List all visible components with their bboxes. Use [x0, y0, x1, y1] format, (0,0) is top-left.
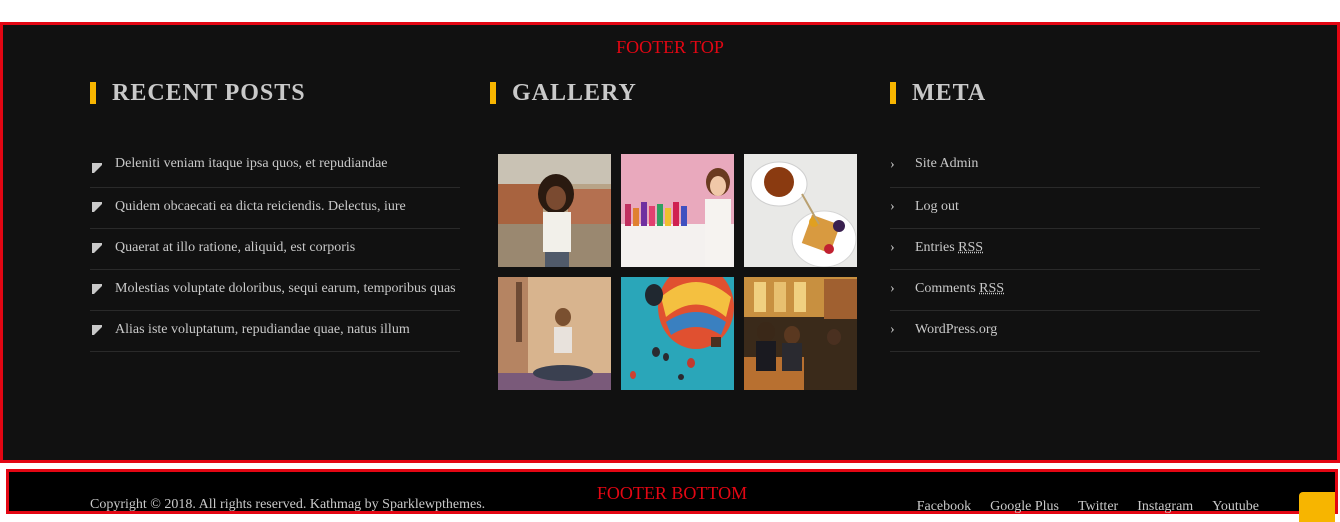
title-accent-bar — [890, 82, 896, 104]
meta-link[interactable]: Log out — [915, 199, 959, 214]
post-icon — [92, 284, 102, 294]
list-item[interactable]: › Log out — [890, 188, 1260, 229]
meta-link[interactable]: Comments RSS — [915, 281, 1004, 296]
rss-abbr: RSS — [958, 240, 983, 255]
post-link[interactable]: Molestias voluptate doloribus, sequi ear… — [115, 281, 456, 296]
cosmetics-shop-photo[interactable] — [621, 154, 734, 267]
scroll-to-top-button[interactable] — [1299, 492, 1335, 522]
list-item[interactable]: Alias iste voluptatum, repudiandae quae,… — [90, 311, 460, 352]
twitter-link[interactable]: Twitter — [1078, 499, 1118, 514]
post-icon — [92, 325, 102, 335]
social-item-youtube: Youtube — [1212, 497, 1259, 515]
social-links: Facebook Google Plus Twitter Instagram Y… — [917, 497, 1259, 515]
title-accent-bar — [490, 82, 496, 104]
google-plus-link[interactable]: Google Plus — [990, 499, 1059, 514]
meta-widget: META › Site Admin › Log out › Entries RSS ›… — [890, 25, 1263, 460]
chevron-right-icon: › — [890, 237, 895, 259]
footer-top: FOOTER TOP RECENT POSTS Deleniti veniam … — [0, 22, 1340, 463]
meta-link[interactable]: Entries RSS — [915, 240, 983, 255]
post-icon — [92, 163, 102, 173]
footer-bottom: FOOTER BOTTOM Copyright © 2018. All righ… — [6, 469, 1338, 514]
post-icon — [92, 202, 102, 212]
chevron-right-icon: › — [890, 196, 895, 218]
youtube-link[interactable]: Youtube — [1212, 499, 1259, 514]
tea-and-waffles-photo[interactable] — [744, 154, 857, 267]
social-item-google-plus: Google Plus — [990, 497, 1059, 515]
instagram-link[interactable]: Instagram — [1137, 499, 1193, 514]
recent-posts-widget: RECENT POSTS Deleniti veniam itaque ipsa… — [90, 25, 463, 460]
post-icon — [92, 243, 102, 253]
chevron-right-icon: › — [890, 319, 895, 341]
meta-link[interactable]: Site Admin — [915, 156, 978, 171]
list-item[interactable]: Molestias voluptate doloribus, sequi ear… — [90, 270, 460, 311]
list-item[interactable]: Quaerat at illo ratione, aliquid, est co… — [90, 229, 460, 270]
chevron-right-icon: › — [890, 154, 895, 176]
list-item[interactable]: › WordPress.org — [890, 311, 1260, 352]
chevron-right-icon: › — [890, 278, 895, 300]
gallery-widget: GALLERY — [490, 25, 863, 460]
post-link[interactable]: Quidem obcaecati ea dicta reiciendis. De… — [115, 199, 406, 214]
list-item[interactable]: Quidem obcaecati ea dicta reiciendis. De… — [90, 188, 460, 229]
social-item-twitter: Twitter — [1078, 497, 1118, 515]
social-item-instagram: Instagram — [1137, 497, 1193, 515]
post-link[interactable]: Deleniti veniam itaque ipsa quos, et rep… — [115, 156, 388, 171]
list-item[interactable]: Deleniti veniam itaque ipsa quos, et rep… — [90, 149, 460, 188]
post-link[interactable]: Alias iste voluptatum, repudiandae quae,… — [115, 322, 410, 337]
list-item[interactable]: › Site Admin — [890, 149, 1260, 188]
recent-posts-list: Deleniti veniam itaque ipsa quos, et rep… — [90, 149, 460, 352]
cafe-couple-photo[interactable] — [744, 277, 857, 390]
woman-rooftop-photo[interactable] — [498, 154, 611, 267]
meta-link[interactable]: WordPress.org — [915, 322, 997, 337]
meta-title: META — [890, 80, 986, 106]
post-link[interactable]: Quaerat at illo ratione, aliquid, est co… — [115, 240, 355, 255]
list-item[interactable]: › Entries RSS — [890, 229, 1260, 270]
meta-list: › Site Admin › Log out › Entries RSS › Comme… — [890, 149, 1260, 352]
gallery-grid — [498, 154, 858, 390]
title-accent-bar — [90, 82, 96, 104]
list-item[interactable]: › Comments RSS — [890, 270, 1260, 311]
social-item-facebook: Facebook — [917, 497, 971, 515]
yoga-meditation-photo[interactable] — [498, 277, 611, 390]
gallery-title: GALLERY — [490, 80, 637, 106]
hot-air-balloons-photo[interactable] — [621, 277, 734, 390]
recent-posts-title: RECENT POSTS — [90, 80, 306, 106]
facebook-link[interactable]: Facebook — [917, 499, 971, 514]
copyright-text: Copyright © 2018. All rights reserved. K… — [90, 497, 485, 513]
rss-abbr: RSS — [979, 281, 1004, 296]
